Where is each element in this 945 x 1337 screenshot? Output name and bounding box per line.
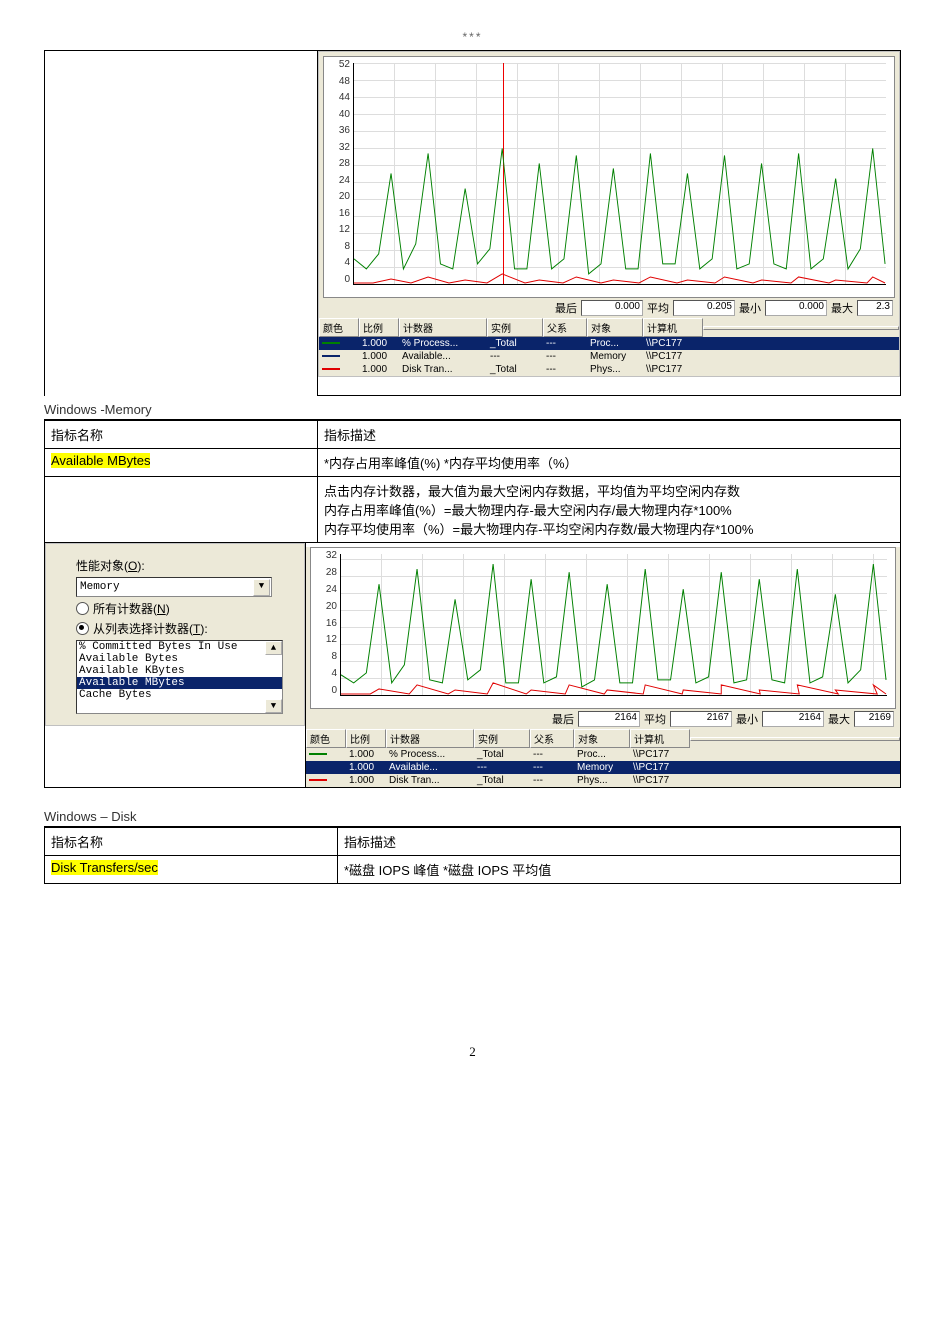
list-item[interactable]: Cache Bytes: [77, 689, 282, 701]
perfmon-panel-2: 322824201612840 最后: [306, 547, 900, 787]
stat-max-label: 最大: [831, 300, 853, 316]
stat2-last-value: 2164: [578, 711, 640, 727]
list-item[interactable]: Available Bytes: [77, 653, 282, 665]
lh-instance[interactable]: 实例: [487, 318, 543, 337]
mem-metric-name: Available MBytes: [51, 453, 150, 468]
chart2-legend-header: 颜色 比例 计数器 实例 父系 对象 计算机: [306, 729, 900, 748]
lh-color[interactable]: 颜色: [319, 318, 359, 337]
radio-from-list[interactable]: [76, 622, 89, 635]
stat2-max-value: 2169: [854, 711, 894, 727]
memory-section-title: Windows -Memory: [44, 400, 901, 420]
disk-table: 指标名称 指标描述 Disk Transfers/sec *磁盘 IOPS 峰值…: [44, 827, 901, 884]
legend-row[interactable]: 1.000% Process..._Total---Proc...\\PC177: [319, 337, 899, 350]
chart-2: 322824201612840: [310, 547, 896, 709]
chart-1: 5248444036322824201612840: [323, 56, 895, 298]
mem-empty-cell: [45, 477, 318, 543]
stat-last-label: 最后: [555, 300, 577, 316]
mem-col-desc: 指标描述: [318, 421, 901, 449]
lh2-instance[interactable]: 实例: [474, 729, 530, 748]
stat-avg-label: 平均: [647, 300, 669, 316]
stat2-last-label: 最后: [552, 711, 574, 727]
mem-metric-desc1: *内存占用率峰值(%) *内存平均使用率（%）: [318, 449, 901, 477]
radio-list-label: 从列表选择计数器(T):: [93, 620, 208, 637]
chart1-yaxis: 5248444036322824201612840: [324, 57, 353, 297]
chart2-svg: [341, 554, 887, 695]
lh2-color[interactable]: 颜色: [306, 729, 346, 748]
chart1-legend-header: 颜色 比例 计数器 实例 父系 对象 计算机: [319, 318, 899, 337]
memory-table: 指标名称 指标描述 Available MBytes *内存占用率峰值(%) *…: [44, 420, 901, 788]
stat-min-label: 最小: [739, 300, 761, 316]
legend-row[interactable]: 1.000Available...------Memory\\PC177: [319, 350, 899, 363]
disk-col-desc: 指标描述: [338, 828, 901, 856]
lh2-counter[interactable]: 计数器: [386, 729, 474, 748]
radio-all-row[interactable]: 所有计数器(N): [76, 600, 292, 617]
stat-avg-value: 0.205: [673, 300, 735, 316]
mem-desc2-l2: 内存占用率峰值(%）=最大物理内存-最大空闲内存/最大物理内存*100%: [324, 500, 894, 519]
mem-detail-row: 性能对象(O): Memory ▼ 所有计数器(N): [45, 543, 901, 788]
disk-metric-desc: *磁盘 IOPS 峰值 *磁盘 IOPS 平均值: [338, 856, 901, 884]
mem-desc2-l1: 点击内存计数器，最大值为最大空闲内存数据，平均值为平均空闲内存数: [324, 481, 894, 500]
list-item[interactable]: % Committed Bytes In Use: [77, 641, 282, 653]
disk-metric-name: Disk Transfers/sec: [51, 860, 158, 875]
chart2-plot[interactable]: [340, 554, 887, 696]
disk-col-name: 指标名称: [45, 828, 338, 856]
counter-listbox[interactable]: ▲ % Committed Bytes In UseAvailable Byte…: [76, 640, 283, 714]
perf-object-combo-value: Memory: [80, 581, 120, 593]
perf-object-selector: 性能对象(O): Memory ▼ 所有计数器(N): [45, 543, 305, 726]
chevron-down-icon[interactable]: ▼: [253, 579, 270, 596]
perfmon1-container: 5248444036322824201612840 最后 0.000 平均 0.…: [44, 50, 901, 396]
radio-all-counters[interactable]: [76, 602, 89, 615]
list-item[interactable]: Available KBytes: [77, 665, 282, 677]
stat-last-value: 0.000: [581, 300, 643, 316]
stat2-avg-label: 平均: [644, 711, 666, 727]
chart1-statline: 最后 0.000 平均 0.205 最小 0.000 最大 2.3: [319, 300, 899, 318]
scroll-down-icon[interactable]: ▼: [265, 699, 282, 713]
chart2-statline: 最后 2164 平均 2167 最小 2164 最大 2169: [306, 711, 900, 729]
mem-metric-desc2: 点击内存计数器，最大值为最大空闲内存数据，平均值为平均空闲内存数 内存占用率峰值…: [318, 477, 901, 543]
mem-col-name: 指标名称: [45, 421, 318, 449]
perf-object-label-row: 性能对象(O):: [76, 557, 292, 574]
lh-spacer: [703, 326, 899, 330]
chart2-legend-rows: 1.000% Process..._Total---Proc...\\PC177…: [306, 748, 900, 787]
lh-computer[interactable]: 计算机: [643, 318, 703, 337]
lh2-computer[interactable]: 计算机: [630, 729, 690, 748]
legend-row[interactable]: 1.000Available...------Memory\\PC177: [306, 761, 900, 774]
page-ornament: ***: [44, 30, 901, 44]
chart1-plot[interactable]: [353, 63, 886, 285]
lh2-parent[interactable]: 父系: [530, 729, 574, 748]
mem-desc2-l3: 内存平均使用率（%）=最大物理内存-平均空闲内存数/最大物理内存*100%: [324, 519, 894, 538]
legend-row[interactable]: 1.000% Process..._Total---Proc...\\PC177: [306, 748, 900, 761]
chart1-svg: [354, 63, 886, 284]
chart2-yaxis: 322824201612840: [311, 548, 340, 708]
stat-max-value: 2.3: [857, 300, 893, 316]
perf-object-combo[interactable]: Memory ▼: [76, 577, 272, 597]
stat2-max-label: 最大: [828, 711, 850, 727]
lh2-object[interactable]: 对象: [574, 729, 630, 748]
scroll-up-icon[interactable]: ▲: [265, 641, 282, 655]
stat-min-value: 0.000: [765, 300, 827, 316]
perfmon-panel-1: 5248444036322824201612840 最后 0.000 平均 0.…: [318, 51, 900, 377]
legend-row[interactable]: 1.000Disk Tran..._Total---Phys...\\PC177: [319, 363, 899, 376]
list-item[interactable]: Available MBytes: [77, 677, 282, 689]
stat2-min-value: 2164: [762, 711, 824, 727]
chart1-legend-rows: 1.000% Process..._Total---Proc...\\PC177…: [319, 337, 899, 376]
legend-row[interactable]: 1.000Disk Tran..._Total---Phys...\\PC177: [306, 774, 900, 787]
stat2-avg-value: 2167: [670, 711, 732, 727]
radio-all-label: 所有计数器(N): [93, 600, 170, 617]
lh-object[interactable]: 对象: [587, 318, 643, 337]
lh2-scale[interactable]: 比例: [346, 729, 386, 748]
disk-metric-name-cell: Disk Transfers/sec: [45, 856, 338, 884]
lh-scale[interactable]: 比例: [359, 318, 399, 337]
page-number: 2: [44, 1044, 901, 1060]
disk-section-title: Windows – Disk: [44, 807, 901, 827]
mem-metric-name-cell: Available MBytes: [45, 449, 318, 477]
perf-object-label: 性能对象(O):: [76, 557, 145, 574]
lh-counter[interactable]: 计数器: [399, 318, 487, 337]
radio-list-row[interactable]: 从列表选择计数器(T):: [76, 620, 292, 637]
stat2-min-label: 最小: [736, 711, 758, 727]
lh2-spacer: [690, 737, 900, 741]
lh-parent[interactable]: 父系: [543, 318, 587, 337]
